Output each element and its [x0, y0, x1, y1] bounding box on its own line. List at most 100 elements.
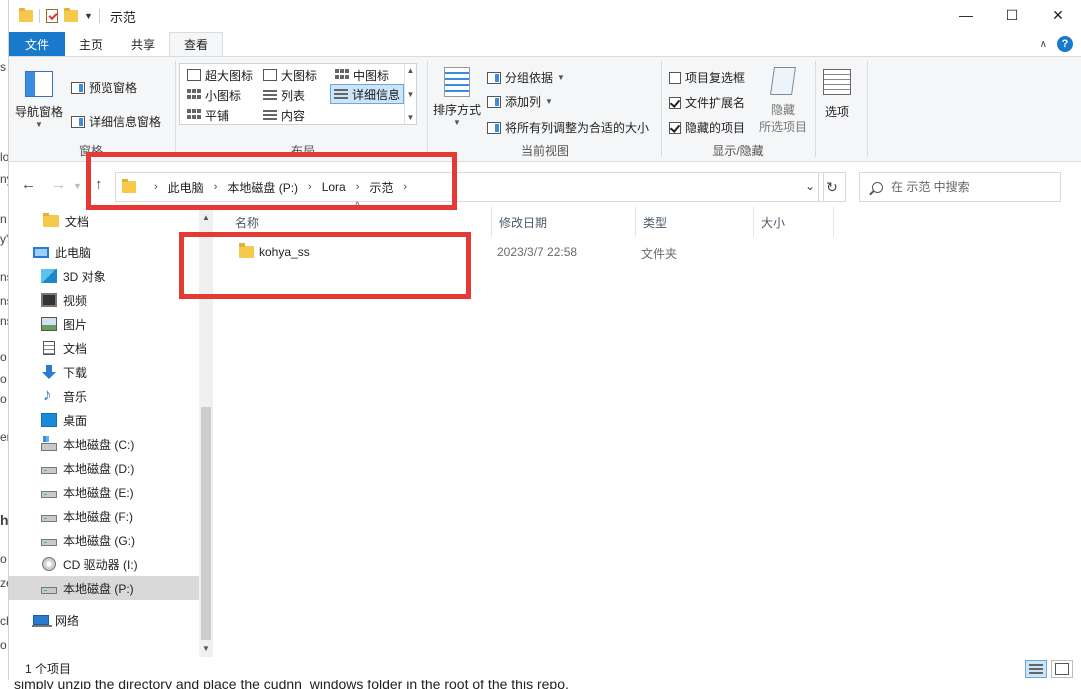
search-box[interactable]: [859, 172, 1061, 202]
hide-selected-items-button[interactable]: 隐藏 所选项目: [759, 67, 807, 135]
picture-icon: [41, 317, 57, 331]
tab-view[interactable]: 查看: [169, 32, 224, 56]
file-extensions-toggle[interactable]: 文件扩展名: [669, 94, 745, 111]
size-columns-icon: [487, 121, 501, 134]
size-all-columns-button[interactable]: 将所有列调整为合适的大小: [487, 119, 649, 136]
scroll-down-icon[interactable]: ▼: [407, 90, 415, 99]
layout-details[interactable]: 详细信息: [330, 84, 405, 104]
hidden-items-toggle[interactable]: 隐藏的项目: [669, 119, 745, 136]
layout-list[interactable]: 列表: [260, 85, 308, 105]
address-bar[interactable]: › 此电脑 › 本地磁盘 (P:) › Lora › 示范 › ⌄: [115, 172, 824, 202]
nav-item-music[interactable]: 音乐: [9, 384, 199, 408]
maximize-button[interactable]: ☐: [989, 0, 1035, 30]
details-pane-button[interactable]: 详细信息窗格: [71, 113, 161, 130]
tab-home[interactable]: 主页: [65, 32, 117, 56]
nav-item-drive-c[interactable]: 本地磁盘 (C:): [9, 432, 199, 456]
search-input[interactable]: [891, 180, 1041, 194]
layout-extra-large-icons[interactable]: 超大图标: [184, 65, 256, 85]
breadcrumb-this-pc[interactable]: 此电脑: [168, 179, 204, 196]
column-type[interactable]: 类型: [635, 207, 753, 237]
column-size[interactable]: 大小: [753, 207, 833, 237]
collapse-ribbon-icon[interactable]: ∧: [1040, 39, 1047, 50]
breadcrumb-drive-p[interactable]: 本地磁盘 (P:): [227, 179, 298, 196]
help-icon[interactable]: ?: [1057, 36, 1073, 52]
column-date-modified[interactable]: 修改日期: [491, 207, 635, 237]
folder-icon: [19, 8, 33, 22]
tab-share[interactable]: 共享: [117, 32, 169, 56]
preview-pane-button[interactable]: 预览窗格: [71, 79, 137, 96]
layout-content[interactable]: 内容: [260, 105, 308, 125]
layout-gallery-scroll[interactable]: ▲ ▼ ▼: [404, 64, 416, 124]
file-row[interactable]: kohya_ss 2023/3/7 22:58 文件夹: [227, 238, 827, 266]
navigation-pane-icon: [25, 71, 53, 97]
chevron-right-icon[interactable]: ›: [403, 181, 407, 193]
nav-item-desktop[interactable]: 桌面: [9, 408, 199, 432]
chevron-right-icon[interactable]: ›: [214, 181, 218, 193]
nav-item-cd-drive-i[interactable]: CD 驱动器 (I:): [9, 552, 199, 576]
navigation-pane-button[interactable]: 导航窗格 ▼: [15, 71, 63, 129]
details-view-button[interactable]: [1025, 660, 1047, 678]
nav-item-downloads[interactable]: 下载: [9, 360, 199, 384]
chevron-right-icon[interactable]: ›: [308, 181, 312, 193]
breadcrumb-current[interactable]: 示范: [369, 179, 393, 196]
file-modified: 2023/3/7 22:58: [497, 245, 578, 259]
nav-item-this-pc[interactable]: 此电脑: [9, 240, 199, 264]
nav-item-drive-g[interactable]: 本地磁盘 (G:): [9, 528, 199, 552]
navigation-pane-scrollbar[interactable]: ▲ ▼: [199, 207, 213, 657]
content-icon: [263, 109, 277, 121]
scrollbar-thumb[interactable]: [201, 407, 211, 640]
refresh-icon: ↻: [826, 178, 838, 195]
close-button[interactable]: ✕: [1035, 0, 1081, 30]
large-icons-view-button[interactable]: [1051, 660, 1073, 678]
back-arrow-icon[interactable]: ←: [21, 176, 36, 193]
group-by-button[interactable]: 分组依据 ▼: [487, 69, 565, 86]
drive-icon: [41, 539, 57, 546]
file-name[interactable]: kohya_ss: [259, 245, 310, 259]
breadcrumb-lora[interactable]: Lora: [322, 180, 346, 194]
nav-item-drive-e[interactable]: 本地磁盘 (E:): [9, 480, 199, 504]
minimize-button[interactable]: —: [943, 0, 989, 30]
scroll-up-icon[interactable]: ▲: [407, 66, 415, 75]
chevron-right-icon[interactable]: ›: [154, 181, 158, 193]
sort-by-button[interactable]: 排序方式 ▼: [433, 67, 481, 127]
properties-icon[interactable]: [46, 9, 58, 23]
layout-large-icons[interactable]: 大图标: [260, 65, 320, 85]
up-arrow-icon[interactable]: ↑: [95, 176, 103, 193]
chevron-right-icon[interactable]: ›: [356, 181, 360, 193]
download-icon: [41, 365, 57, 379]
document-icon: [43, 341, 55, 355]
layout-small-icons[interactable]: 小图标: [184, 85, 244, 105]
file-extensions-checkbox[interactable]: [669, 96, 681, 109]
column-name[interactable]: 名称: [227, 207, 491, 237]
nav-item-drive-d[interactable]: 本地磁盘 (D:): [9, 456, 199, 480]
nav-item-3d-objects[interactable]: 3D 对象: [9, 264, 199, 288]
nav-item-documents[interactable]: 文档: [9, 336, 199, 360]
details-view-icon: [1029, 663, 1043, 675]
nav-item-pictures[interactable]: 图片: [9, 312, 199, 336]
new-folder-icon[interactable]: [64, 8, 78, 22]
nav-item-videos[interactable]: 视频: [9, 288, 199, 312]
add-columns-button[interactable]: 添加列 ▼: [487, 93, 553, 110]
item-checkboxes-toggle[interactable]: 项目复选框: [669, 69, 745, 86]
hidden-items-checkbox[interactable]: [669, 121, 681, 134]
gallery-expand-icon[interactable]: ▼: [407, 113, 415, 122]
nav-item-documents-quick[interactable]: 文档: [9, 209, 199, 233]
scroll-up-icon[interactable]: ▲: [199, 213, 213, 222]
options-button[interactable]: 选项: [823, 69, 851, 120]
nav-item-drive-p[interactable]: 本地磁盘 (P:): [9, 576, 199, 600]
add-columns-icon: [487, 95, 501, 108]
layout-tiles[interactable]: 平铺: [184, 105, 232, 125]
nav-item-network[interactable]: 网络: [9, 608, 199, 632]
tab-file[interactable]: 文件: [9, 32, 66, 56]
layout-medium-icons[interactable]: 中图标: [332, 65, 392, 85]
large-icons-view-icon: [1055, 663, 1069, 675]
chevron-down-icon[interactable]: ⌄: [805, 179, 815, 193]
scroll-down-icon[interactable]: ▼: [199, 644, 213, 653]
item-checkboxes-checkbox[interactable]: [669, 71, 681, 84]
customize-toolbar-icon[interactable]: ▼: [84, 11, 93, 21]
recent-locations-icon[interactable]: ▼: [73, 181, 82, 191]
forward-arrow-icon[interactable]: →: [51, 176, 66, 193]
refresh-button[interactable]: ↻: [818, 172, 846, 202]
nav-item-drive-f[interactable]: 本地磁盘 (F:): [9, 504, 199, 528]
folder-icon: [239, 243, 254, 258]
